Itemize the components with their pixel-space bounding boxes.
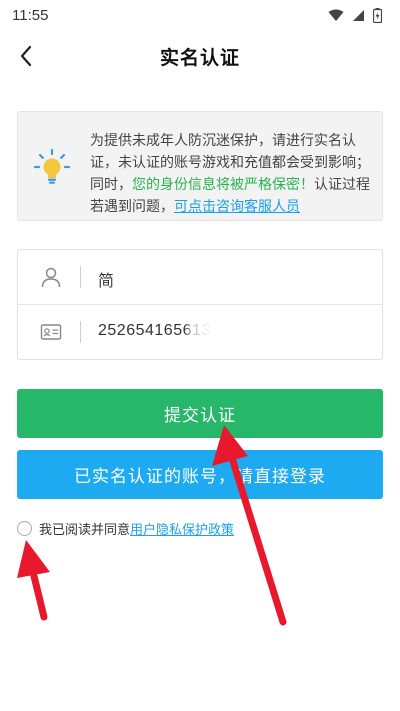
submit-verification-button[interactable]: 提交认证: [17, 389, 383, 438]
identity-form: 简 252654165613: [17, 249, 383, 360]
field-divider: [80, 266, 81, 288]
notice-highlight: 您的身份信息将被严格保密！: [132, 177, 314, 193]
name-field-row[interactable]: 简: [18, 250, 382, 305]
notice-box: 为提供未成年人防沉迷保护，请进行实名认证，未认证的账号游戏和充值都会受到影响；同…: [17, 111, 383, 221]
battery-icon: [373, 7, 382, 23]
back-button[interactable]: [8, 38, 44, 74]
agreement-radio[interactable]: [17, 520, 32, 536]
id-card-icon: [40, 324, 62, 340]
annotation-arrow-radio: [17, 540, 50, 621]
privacy-blur: [188, 317, 248, 347]
status-icons: [328, 7, 382, 23]
page-title: 实名认证: [159, 46, 240, 69]
signal-icon: [353, 9, 364, 21]
name-input[interactable]: 简: [98, 267, 115, 291]
id-field-row[interactable]: 252654165613: [18, 305, 382, 360]
status-bar: 11:55: [0, 0, 400, 30]
agreement-row: 我已阅读并同意 用户隐私保护政策: [17, 518, 234, 538]
header: 实名认证: [0, 30, 400, 82]
privacy-blur: [114, 262, 289, 292]
agreement-text: 我已阅读并同意: [39, 522, 131, 538]
customer-service-link[interactable]: 可点击咨询客服人员: [174, 199, 300, 215]
chevron-left-icon: [20, 45, 32, 67]
field-divider: [80, 321, 81, 343]
status-time: 11:55: [12, 6, 49, 24]
notice-text: 为提供未成年人防沉迷保护，请进行实名认证，未认证的账号游戏和充值都会受到影响；同…: [90, 130, 374, 218]
wifi-icon: [328, 9, 344, 21]
person-icon: [41, 267, 61, 288]
direct-login-button[interactable]: 已实名认证的账号，请直接登录: [17, 450, 383, 499]
privacy-policy-link[interactable]: 用户隐私保护政策: [130, 519, 234, 538]
lightbulb-icon: [33, 148, 71, 184]
